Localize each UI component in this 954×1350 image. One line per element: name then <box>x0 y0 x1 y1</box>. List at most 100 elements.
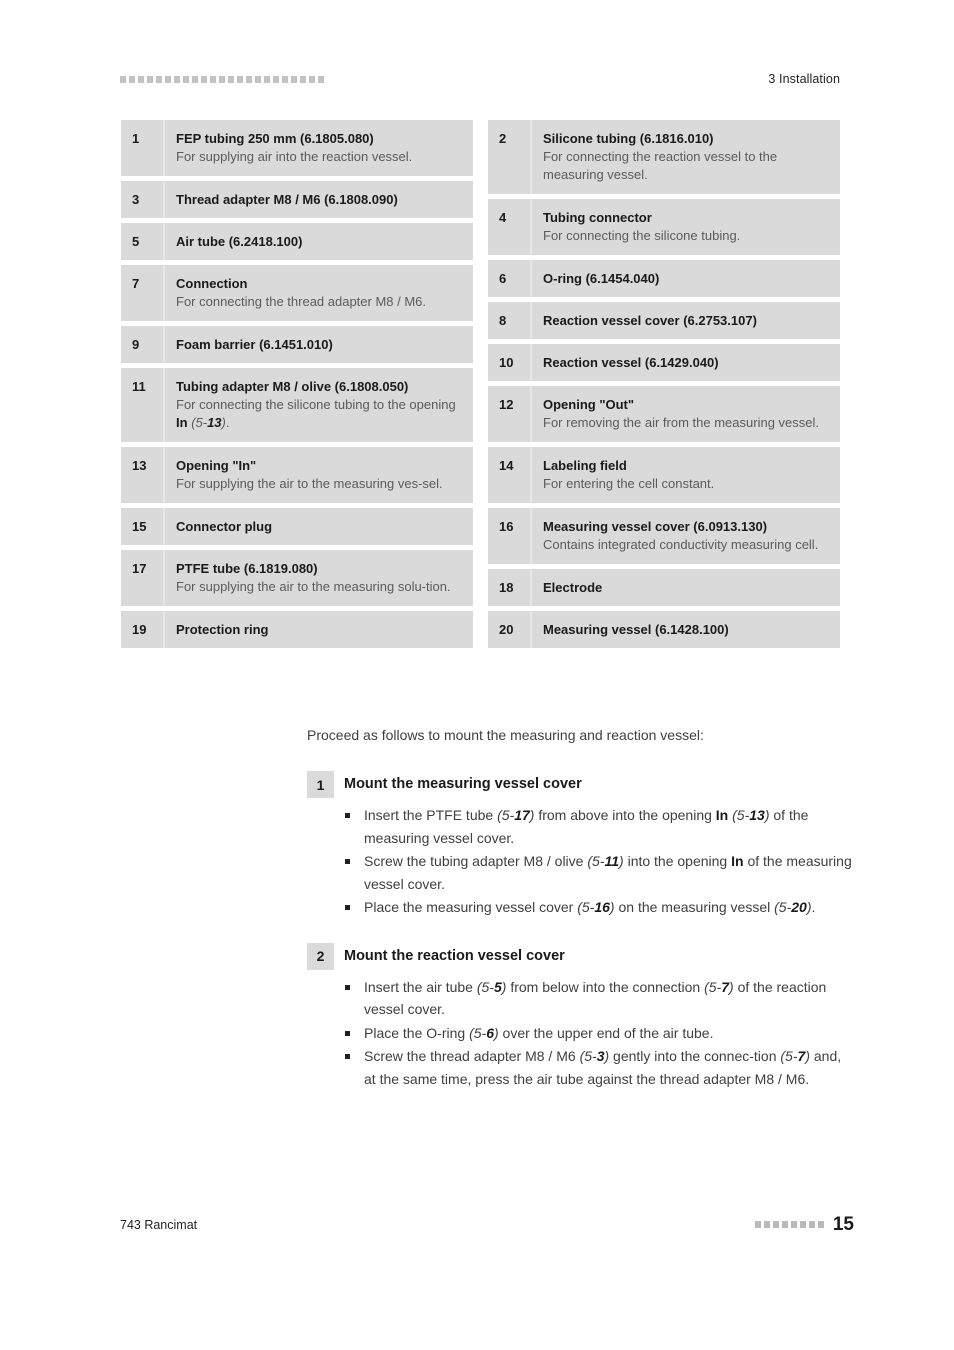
legend-row-title: Reaction vessel (6.1429.040) <box>543 355 719 370</box>
legend-row-number: 17 <box>132 561 147 576</box>
legend-row-number: 4 <box>499 210 507 225</box>
legend-row-title: Measuring vessel (6.1428.100) <box>543 622 729 637</box>
legend-row-content: Measuring vessel cover (6.0913.130) Conta… <box>530 508 840 564</box>
legend-row-number: 5 <box>132 234 140 249</box>
legend-row-description: Contains integrated conductivity measuri… <box>543 537 819 552</box>
legend-row-number: 11 <box>132 379 146 394</box>
step-header: 2 Mount the reaction vessel cover <box>307 942 852 970</box>
legend-row: 14 Labeling field For entering the cell co… <box>488 447 840 503</box>
legend-row-number: 15 <box>132 519 147 534</box>
legend-row-number: 19 <box>132 622 147 637</box>
legend-row-number: 18 <box>499 580 514 595</box>
step-bullet-item: Place the O-ring (5-6) over the upper en… <box>307 1022 852 1045</box>
step-bullet-item: Screw the thread adapter M8 / M6 (5-3) g… <box>307 1045 852 1090</box>
legend-row: 8 Reaction vessel cover (6.2753.107) <box>488 302 840 339</box>
legend-row-content: Connection For connecting the thread adap… <box>163 265 473 321</box>
legend-row-number: 8 <box>499 313 507 328</box>
legend-row-number: 14 <box>499 458 514 473</box>
legend-row-content: O-ring (6.1454.040) <box>530 260 840 297</box>
footer-product-name: 743 Rancimat <box>120 1217 198 1232</box>
legend-row-title: Electrode <box>543 580 603 595</box>
legend-row-number: 10 <box>499 355 514 370</box>
legend-row-content: Tubing adapter M8 / olive (6.1808.050) Fo… <box>163 368 473 442</box>
legend-row-number: 13 <box>132 458 147 473</box>
legend-row-description: For connecting the reaction vessel to th… <box>543 149 778 182</box>
step-bullet-item: Insert the PTFE tube (5-17) from above i… <box>307 804 852 849</box>
legend-row: 20 Measuring vessel (6.1428.100) <box>488 611 840 648</box>
legend-row-content: Connector plug <box>163 508 473 545</box>
legend-row-description: For entering the cell constant. <box>543 476 715 491</box>
legend-row-number: 1 <box>132 131 140 146</box>
legend-row: 19 Protection ring <box>121 611 473 648</box>
legend-row-content: Reaction vessel cover (6.2753.107) <box>530 302 840 339</box>
legend-row-title: Thread adapter M8 / M6 (6.1808.090) <box>176 192 398 207</box>
step-number-badge: 2 <box>307 942 334 970</box>
legend-row-content: Air tube (6.2418.100) <box>163 223 473 260</box>
legend-table: 1 FEP tubing 250 mm (6.1805.080) For suppl… <box>121 120 840 653</box>
legend-row-title: Tubing adapter M8 / olive (6.1808.050) <box>176 379 409 394</box>
legend-row-number: 12 <box>499 397 514 412</box>
legend-row-title: Opening "Out" <box>543 397 635 412</box>
legend-row-content: Opening "In" For supplying the air to the… <box>163 447 473 503</box>
legend-row-description: For supplying the air to the measuring v… <box>176 476 443 491</box>
legend-row-content: Opening "Out" For removing the air from t… <box>530 386 840 442</box>
legend-row: 17 PTFE tube (6.1819.080) For supplying th… <box>121 550 473 606</box>
legend-row: 5 Air tube (6.2418.100) <box>121 223 473 260</box>
page-number: 15 <box>832 1214 854 1235</box>
legend-row: 1 FEP tubing 250 mm (6.1805.080) For suppl… <box>121 120 473 176</box>
legend-row-title: FEP tubing 250 mm (6.1805.080) <box>176 131 374 146</box>
legend-row-content: Foam barrier (6.1451.010) <box>163 326 473 363</box>
legend-row-content: Electrode <box>530 569 840 606</box>
legend-row-title: Measuring vessel cover (6.0913.130) <box>543 519 768 534</box>
step-bullet-item: Insert the air tube (5-5) from below int… <box>307 976 852 1021</box>
legend-row-title: Reaction vessel cover (6.2753.107) <box>543 313 757 328</box>
legend-row-number: 16 <box>499 519 514 534</box>
page-header: 3 Installation <box>120 68 840 90</box>
legend-row-content: Labeling field For entering the cell cons… <box>530 447 840 503</box>
legend-row: 3 Thread adapter M8 / M6 (6.1808.090) <box>121 181 473 218</box>
legend-row-content: Tubing connector For connecting the silic… <box>530 199 840 255</box>
legend-column-right: 2 Silicone tubing (6.1816.010) For connect… <box>488 120 840 653</box>
legend-row-title: Tubing connector <box>543 210 652 225</box>
legend-row-content: Thread adapter M8 / M6 (6.1808.090) <box>163 181 473 218</box>
legend-row: 7 Connection For connecting the thread ada… <box>121 265 473 321</box>
legend-row-title: Opening "In" <box>176 458 257 473</box>
footer-page-group: 15 <box>754 1214 854 1235</box>
legend-row-number: 3 <box>132 192 140 207</box>
header-chapter-title: 3 Installation <box>768 72 840 86</box>
legend-row-title: Silicone tubing (6.1816.010) <box>543 131 714 146</box>
page-footer: 743 Rancimat 15 <box>120 1215 854 1234</box>
legend-row-title: Protection ring <box>176 622 269 637</box>
legend-row: 15 Connector plug <box>121 508 473 545</box>
step-bullet-list: Insert the PTFE tube (5-17) from above i… <box>307 804 852 919</box>
step-number-badge: 1 <box>307 771 334 798</box>
legend-row-content: Reaction vessel (6.1429.040) <box>530 344 840 381</box>
legend-row: 11 Tubing adapter M8 / olive (6.1808.050)… <box>121 368 473 442</box>
procedure-steps: 1 Mount the measuring vessel cover Insert … <box>307 771 852 1114</box>
legend-row-content: PTFE tube (6.1819.080) For supplying the … <box>163 550 473 606</box>
legend-row-description: For connecting the silicone tubing to th… <box>176 397 456 430</box>
legend-row-title: Air tube (6.2418.100) <box>176 234 303 249</box>
legend-row: 9 Foam barrier (6.1451.010) <box>121 326 473 363</box>
legend-row-description: For supplying the air to the measuring s… <box>176 579 451 594</box>
legend-row: 2 Silicone tubing (6.1816.010) For connect… <box>488 120 840 194</box>
legend-row: 10 Reaction vessel (6.1429.040) <box>488 344 840 381</box>
procedure-step: 2 Mount the reaction vessel cover Insert t… <box>307 942 852 1091</box>
legend-row-title: PTFE tube (6.1819.080) <box>176 561 318 576</box>
legend-row: 6 O-ring (6.1454.040) <box>488 260 840 297</box>
procedure-step: 1 Mount the measuring vessel cover Insert … <box>307 771 852 919</box>
legend-row-content: Silicone tubing (6.1816.010) For connecti… <box>530 120 840 194</box>
step-title: Mount the reaction vessel cover <box>344 947 565 964</box>
legend-row-title: O-ring (6.1454.040) <box>543 271 660 286</box>
legend-row-title: Labeling field <box>543 458 627 473</box>
legend-row-title: Connector plug <box>176 519 273 534</box>
legend-row-description: For connecting the thread adapter M8 / M… <box>176 294 427 309</box>
step-title: Mount the measuring vessel cover <box>344 776 582 792</box>
legend-column-left: 1 FEP tubing 250 mm (6.1805.080) For suppl… <box>121 120 473 653</box>
legend-row-title: Foam barrier (6.1451.010) <box>176 337 333 352</box>
legend-row: 13 Opening "In" For supplying the air to t… <box>121 447 473 503</box>
step-header: 1 Mount the measuring vessel cover <box>307 771 852 798</box>
legend-row-description: For removing the air from the measuring … <box>543 415 819 430</box>
legend-row: 18 Electrode <box>488 569 840 606</box>
step-bullet-item: Screw the tubing adapter M8 / olive (5-1… <box>307 850 852 895</box>
